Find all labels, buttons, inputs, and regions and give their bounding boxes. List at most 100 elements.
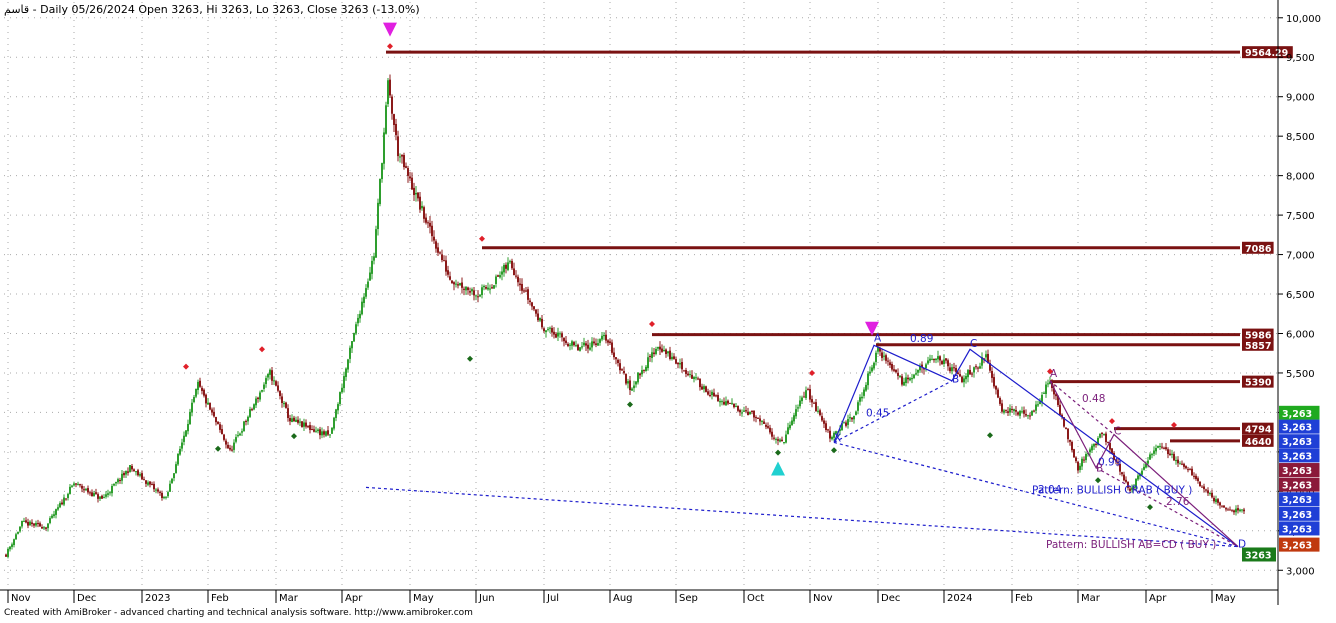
candle-body bbox=[229, 447, 231, 450]
candle-body bbox=[813, 402, 815, 404]
candle-body bbox=[1073, 449, 1075, 458]
candle-body bbox=[1231, 509, 1233, 511]
candle-body bbox=[263, 384, 265, 389]
candle-body bbox=[393, 114, 395, 125]
candle-body bbox=[951, 367, 953, 372]
candle-body bbox=[1209, 493, 1211, 495]
candle-body bbox=[1107, 441, 1109, 443]
x-tick-label: Feb bbox=[1015, 593, 1033, 604]
candle-body bbox=[529, 300, 531, 303]
candle-body bbox=[591, 341, 593, 348]
candle-body bbox=[525, 290, 527, 292]
candle-body bbox=[721, 401, 723, 403]
candle-body bbox=[779, 439, 781, 442]
candle-body bbox=[7, 548, 9, 557]
candle-body bbox=[1237, 508, 1239, 511]
candle-body bbox=[697, 378, 699, 380]
candle-body bbox=[59, 503, 61, 508]
candle-body bbox=[773, 437, 775, 439]
candle-body bbox=[527, 289, 529, 300]
candle-body bbox=[199, 380, 201, 387]
candle-body bbox=[447, 270, 449, 275]
price-badge-label: 3,263 bbox=[1282, 510, 1312, 521]
candle-body bbox=[1123, 474, 1125, 481]
price-chart[interactable]: 9564.29708659865857539047944640 0.890.45… bbox=[0, 0, 1336, 619]
candle-body bbox=[1021, 411, 1023, 413]
candle-body bbox=[767, 426, 769, 428]
candle-body bbox=[27, 521, 29, 526]
candle-body bbox=[161, 492, 163, 499]
candle-body bbox=[985, 354, 987, 358]
candle-body bbox=[1191, 468, 1193, 476]
candle-body bbox=[257, 397, 259, 399]
candle-body bbox=[111, 486, 113, 494]
candle-body bbox=[949, 367, 951, 372]
candle-body bbox=[901, 376, 903, 385]
candle-body bbox=[319, 429, 321, 436]
x-tick-label: 2024 bbox=[947, 593, 972, 604]
candle-body bbox=[887, 360, 889, 362]
candle-body bbox=[723, 401, 725, 405]
candle-body bbox=[687, 373, 689, 376]
candle-body bbox=[755, 417, 757, 419]
candle-body bbox=[1019, 410, 1021, 416]
candle-body bbox=[575, 345, 577, 347]
candle-body bbox=[927, 360, 929, 364]
candle-body bbox=[935, 358, 937, 361]
candle-body bbox=[563, 338, 565, 342]
candle-body bbox=[863, 389, 865, 396]
candle-body bbox=[259, 392, 261, 400]
candle-body bbox=[1029, 415, 1031, 417]
price-badge-label: 3,263 bbox=[1282, 451, 1312, 462]
candle-body bbox=[737, 405, 739, 411]
candle-body bbox=[571, 341, 573, 346]
candle-body bbox=[1213, 497, 1215, 502]
candle-body bbox=[1163, 447, 1165, 449]
candle-body bbox=[1125, 479, 1127, 482]
candle-body bbox=[759, 418, 761, 422]
candle-body bbox=[401, 155, 403, 157]
candle-body bbox=[823, 420, 825, 424]
candle-body bbox=[341, 387, 343, 393]
pattern-label: 0.48 bbox=[1082, 393, 1105, 405]
candle-body bbox=[615, 357, 617, 360]
candle-body bbox=[115, 482, 117, 484]
candle-body bbox=[89, 492, 91, 494]
candle-body bbox=[637, 372, 639, 383]
candle-body bbox=[915, 373, 917, 375]
candle-body bbox=[301, 421, 303, 427]
candle-body bbox=[667, 351, 669, 354]
candle-body bbox=[1177, 459, 1179, 464]
candle-body bbox=[515, 275, 517, 277]
candle-body bbox=[509, 261, 511, 263]
candle-body bbox=[713, 392, 715, 397]
candle-body bbox=[809, 389, 811, 400]
candle-body bbox=[711, 391, 713, 396]
candle-body bbox=[395, 123, 397, 136]
candle-body bbox=[121, 473, 123, 481]
candle-body bbox=[179, 448, 181, 455]
candle-body bbox=[73, 483, 75, 486]
candle-body bbox=[1071, 441, 1073, 451]
candle-body bbox=[181, 442, 183, 449]
candle-body bbox=[725, 401, 727, 406]
candle-body bbox=[1227, 509, 1229, 511]
candle-body bbox=[125, 470, 127, 475]
candle-body bbox=[97, 494, 99, 499]
candle-body bbox=[1045, 384, 1047, 394]
candle-body bbox=[67, 493, 69, 499]
candle-body bbox=[739, 410, 741, 413]
candle-body bbox=[1155, 447, 1157, 452]
candle-body bbox=[1043, 392, 1045, 394]
candle-body bbox=[233, 442, 235, 450]
candle-body bbox=[793, 415, 795, 422]
candle-body bbox=[221, 429, 223, 435]
candle-body bbox=[535, 309, 537, 314]
candle-body bbox=[1239, 509, 1241, 512]
candle-body bbox=[741, 412, 743, 414]
candle-body bbox=[653, 352, 655, 355]
candle-body bbox=[523, 290, 525, 292]
candle-body bbox=[1047, 383, 1049, 385]
candle-body bbox=[967, 370, 969, 378]
candle-body bbox=[107, 493, 109, 495]
